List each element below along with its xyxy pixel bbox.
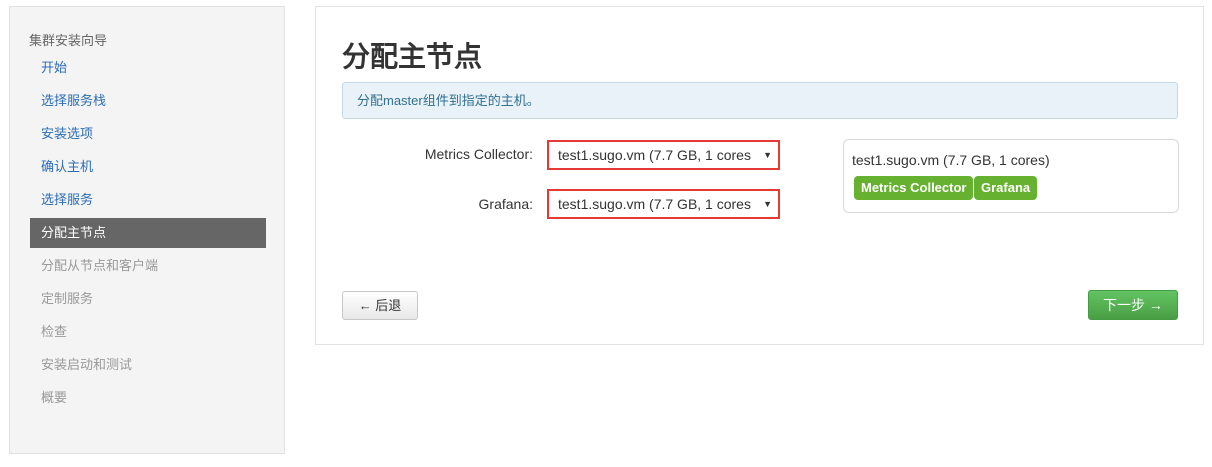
sidebar-item-label: 概要 [41,390,68,405]
sidebar-item-choose-services[interactable]: 选择服务 [30,185,266,215]
sidebar-item-label: 开始 [41,60,68,75]
sidebar-item-assign-slaves: 分配从节点和客户端 [30,251,266,281]
sidebar-item-label: 分配主节点 [41,225,107,240]
back-button[interactable]: ← 后退 [342,291,418,320]
sidebar-item-install-options[interactable]: 安装选项 [30,119,266,149]
sidebar-item-label: 定制服务 [41,291,94,306]
component-tag-metrics-collector: Metrics Collector [854,176,974,200]
page-title: 分配主节点 [342,41,483,72]
wizard-sidebar: 集群安装向导 开始 选择服务栈 安装选项 确认主机 选择服务 分配主节点 分配从… [9,6,285,454]
info-alert: 分配master组件到指定的主机。 [342,82,1178,119]
sidebar-item-label: 选择服务栈 [41,93,107,108]
sidebar-item-confirm-hosts[interactable]: 确认主机 [30,152,266,182]
metrics-collector-host-select[interactable]: test1.sugo.vm (7.7 GB, 1 cores ▼ [547,140,780,170]
sidebar-item-label: 检查 [41,324,68,339]
sidebar-item-label: 选择服务 [41,192,94,207]
sidebar-item-customize-services: 定制服务 [30,284,266,314]
select-value: test1.sugo.vm (7.7 GB, 1 cores [558,147,751,163]
chevron-down-icon: ▼ [763,199,772,209]
sidebar-item-review: 检查 [30,317,266,347]
sidebar-item-select-stack[interactable]: 选择服务栈 [30,86,266,116]
sidebar-header: 集群安装向导 [29,33,108,48]
component-tag-grafana: Grafana [974,176,1038,200]
main-panel: 分配主节点 分配master组件到指定的主机。 Metrics Collecto… [315,6,1204,345]
chevron-down-icon: ▼ [763,150,772,160]
sidebar-item-label: 安装选项 [41,126,94,141]
sidebar-item-start[interactable]: 开始 [30,53,266,83]
host-name: test1.sugo.vm (7.7 GB, 1 cores) [852,152,1050,168]
sidebar-item-assign-masters[interactable]: 分配主节点 [30,218,266,248]
metrics-collector-label: Metrics Collector: [424,146,533,162]
sidebar-item-summary: 概要 [30,383,266,413]
grafana-host-select[interactable]: test1.sugo.vm (7.7 GB, 1 cores ▼ [547,189,780,219]
select-value: test1.sugo.vm (7.7 GB, 1 cores [558,196,751,212]
sidebar-item-install-start-test: 安装启动和测试 [30,350,266,380]
next-button[interactable]: 下一步 → [1088,290,1178,320]
sidebar-item-label: 安装启动和测试 [41,357,133,372]
sidebar-item-label: 分配从节点和客户端 [41,258,159,273]
grafana-label: Grafana: [478,196,533,212]
sidebar-item-label: 确认主机 [41,159,94,174]
host-summary-card: test1.sugo.vm (7.7 GB, 1 cores) Metrics … [843,139,1179,213]
